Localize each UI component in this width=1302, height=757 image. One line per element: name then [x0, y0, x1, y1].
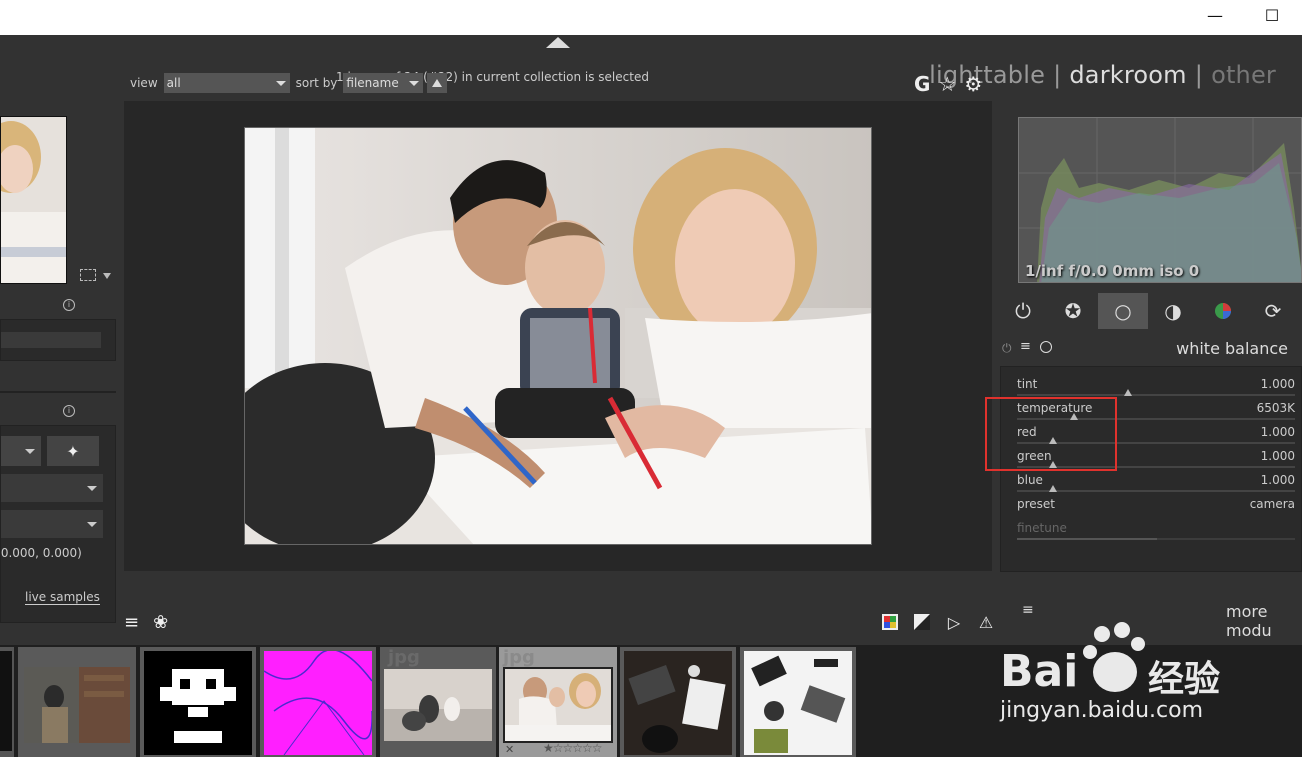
filmstrip-thumbnail-selected[interactable]: jpg ✕ ★☆☆☆☆☆ [499, 647, 617, 757]
slider-value: 1.000 [1260, 449, 1295, 463]
reject-icon[interactable]: ✕ [505, 743, 514, 756]
module-power-icon[interactable]: ⏻ [1002, 341, 1012, 356]
preset-value: camera [1249, 497, 1295, 511]
slider-value: 1.000 [1260, 473, 1295, 487]
maximize-icon[interactable]: ☐ [1260, 6, 1284, 26]
thumbnail-menu-caret-icon[interactable] [103, 273, 111, 279]
history-box [0, 319, 116, 361]
file-type-label: jpg [503, 647, 535, 668]
bottom-left-tools: ≡ ❀ [124, 612, 168, 633]
view-label: view [130, 76, 158, 90]
softproof-icon[interactable]: ▷ [944, 612, 964, 632]
slider-label: blue [1017, 473, 1043, 487]
basic-group-circle-icon[interactable]: ○ [1098, 293, 1148, 329]
collapse-top-panel-icon[interactable] [546, 37, 570, 48]
filmstrip-thumbnail[interactable]: jpg [380, 647, 496, 757]
panel-divider [0, 391, 116, 393]
filmstrip-thumbnail[interactable] [620, 647, 736, 757]
slider-track [1017, 490, 1295, 492]
filter-toolbar: view all sort by filename [130, 72, 448, 94]
slider-value: 6503K [1256, 401, 1295, 415]
star-icon[interactable]: ☆ [938, 72, 956, 96]
highlight-box [985, 397, 1117, 471]
power-icon[interactable]: ⏻ [998, 293, 1048, 329]
bottom-right-tools: ▷ ⚠ [880, 612, 996, 632]
filmstrip-thumbnail[interactable] [0, 647, 14, 757]
slider-value: 1.000 [1260, 425, 1295, 439]
exif-info: 1/inf f/0.0 0mm iso 0 [1025, 262, 1200, 280]
slider-tint[interactable]: tint 1.000 [1017, 375, 1295, 399]
styles-icon[interactable]: ❀ [153, 612, 168, 633]
preset-label: preset [1017, 497, 1056, 511]
white-balance-header: ⏻ ≡ white balance [998, 335, 1302, 363]
sort-select[interactable]: filename [343, 73, 424, 93]
module-groups: ⏻ ✪ ○ ◑ ⟳ [998, 293, 1302, 333]
chevron-down-icon [409, 81, 420, 86]
slider-knob[interactable] [1049, 485, 1057, 492]
module-title: white balance [1176, 339, 1288, 358]
histogram[interactable]: 1/inf f/0.0 0mm iso 0 [1018, 117, 1302, 283]
star-rating[interactable]: ★☆☆☆☆☆ [543, 741, 603, 755]
slider-value: 1.000 [1260, 377, 1295, 391]
navigation-thumbnail[interactable] [0, 116, 67, 284]
slider-finetune: finetune [1017, 519, 1295, 543]
color-assessment-icon[interactable] [880, 612, 900, 632]
slider-knob[interactable] [1124, 389, 1132, 396]
left-panel: i i ✦ .0.000, 0.000) live samples [0, 35, 118, 623]
info-icon[interactable]: i [63, 299, 75, 311]
overexposure-icon[interactable] [912, 612, 932, 632]
picker-values: .0.000, 0.000) [0, 546, 82, 560]
filmstrip: jpg jpg ✕ ★☆☆☆☆☆ [0, 645, 1302, 757]
slider-blue[interactable]: blue 1.000 [1017, 471, 1295, 495]
grouping-icon[interactable]: G [914, 72, 930, 96]
slider-label: finetune [1017, 521, 1067, 535]
module-reset-icon[interactable] [1040, 341, 1052, 353]
picker-select-2[interactable] [1, 510, 103, 538]
window-titlebar: — ☐ [0, 0, 1302, 35]
history-entry[interactable] [1, 332, 101, 348]
minimize-icon[interactable]: — [1203, 6, 1227, 26]
top-right-icons: G ☆ ⚙ [914, 72, 982, 96]
eyedropper-icon[interactable]: ✦ [47, 436, 99, 466]
main-photo[interactable] [244, 127, 872, 545]
picker-select-1[interactable] [1, 474, 103, 502]
preset-select[interactable]: preset camera [1017, 495, 1295, 519]
color-group-icon[interactable] [1198, 293, 1248, 329]
filmstrip-thumbnail[interactable] [260, 647, 376, 757]
live-samples-label[interactable]: live samples [25, 590, 100, 605]
hamburger-menu-icon[interactable]: ≡ [124, 612, 139, 633]
filmstrip-thumbnail[interactable] [740, 647, 856, 757]
more-modules-menu-icon[interactable]: ≡ [1022, 602, 1034, 618]
gear-icon[interactable]: ⚙ [964, 72, 982, 96]
tone-group-icon[interactable]: ◑ [1148, 293, 1198, 329]
slider-track [1017, 394, 1295, 396]
view-filter-select[interactable]: all [163, 73, 290, 93]
filmstrip-thumbnail[interactable] [18, 647, 136, 757]
gamut-warning-icon[interactable]: ⚠ [976, 612, 996, 632]
chevron-down-icon [275, 81, 286, 86]
center-view [124, 101, 992, 571]
fullscreen-preview-icon[interactable] [80, 269, 96, 281]
favorites-star-icon[interactable]: ✪ [1048, 293, 1098, 329]
sort-value: filename [346, 76, 399, 90]
slider-label: tint [1017, 377, 1038, 391]
more-modules-label: more modu [1226, 602, 1272, 640]
module-presets-icon[interactable]: ≡ [1020, 339, 1031, 354]
sort-direction-button[interactable] [427, 73, 448, 93]
picker-mode-select[interactable] [1, 436, 41, 466]
file-type-label: jpg [388, 647, 420, 668]
sort-label: sort by [295, 76, 338, 90]
more-modules-bar[interactable]: ≡ more modu [1000, 602, 1302, 640]
info-icon[interactable]: i [63, 405, 75, 417]
view-filter-value: all [166, 76, 181, 90]
right-panel: 1/inf f/0.0 0mm iso 0 ⏻ ✪ ○ ◑ ⟳ ⏻ ≡ whit… [998, 35, 1302, 625]
filmstrip-thumbnail[interactable] [140, 647, 256, 757]
slider-fill [1017, 538, 1157, 540]
correct-group-icon[interactable]: ⟳ [1248, 293, 1298, 329]
color-picker-box: ✦ .0.000, 0.000) live samples [0, 425, 116, 623]
sort-ascending-icon [432, 79, 443, 87]
